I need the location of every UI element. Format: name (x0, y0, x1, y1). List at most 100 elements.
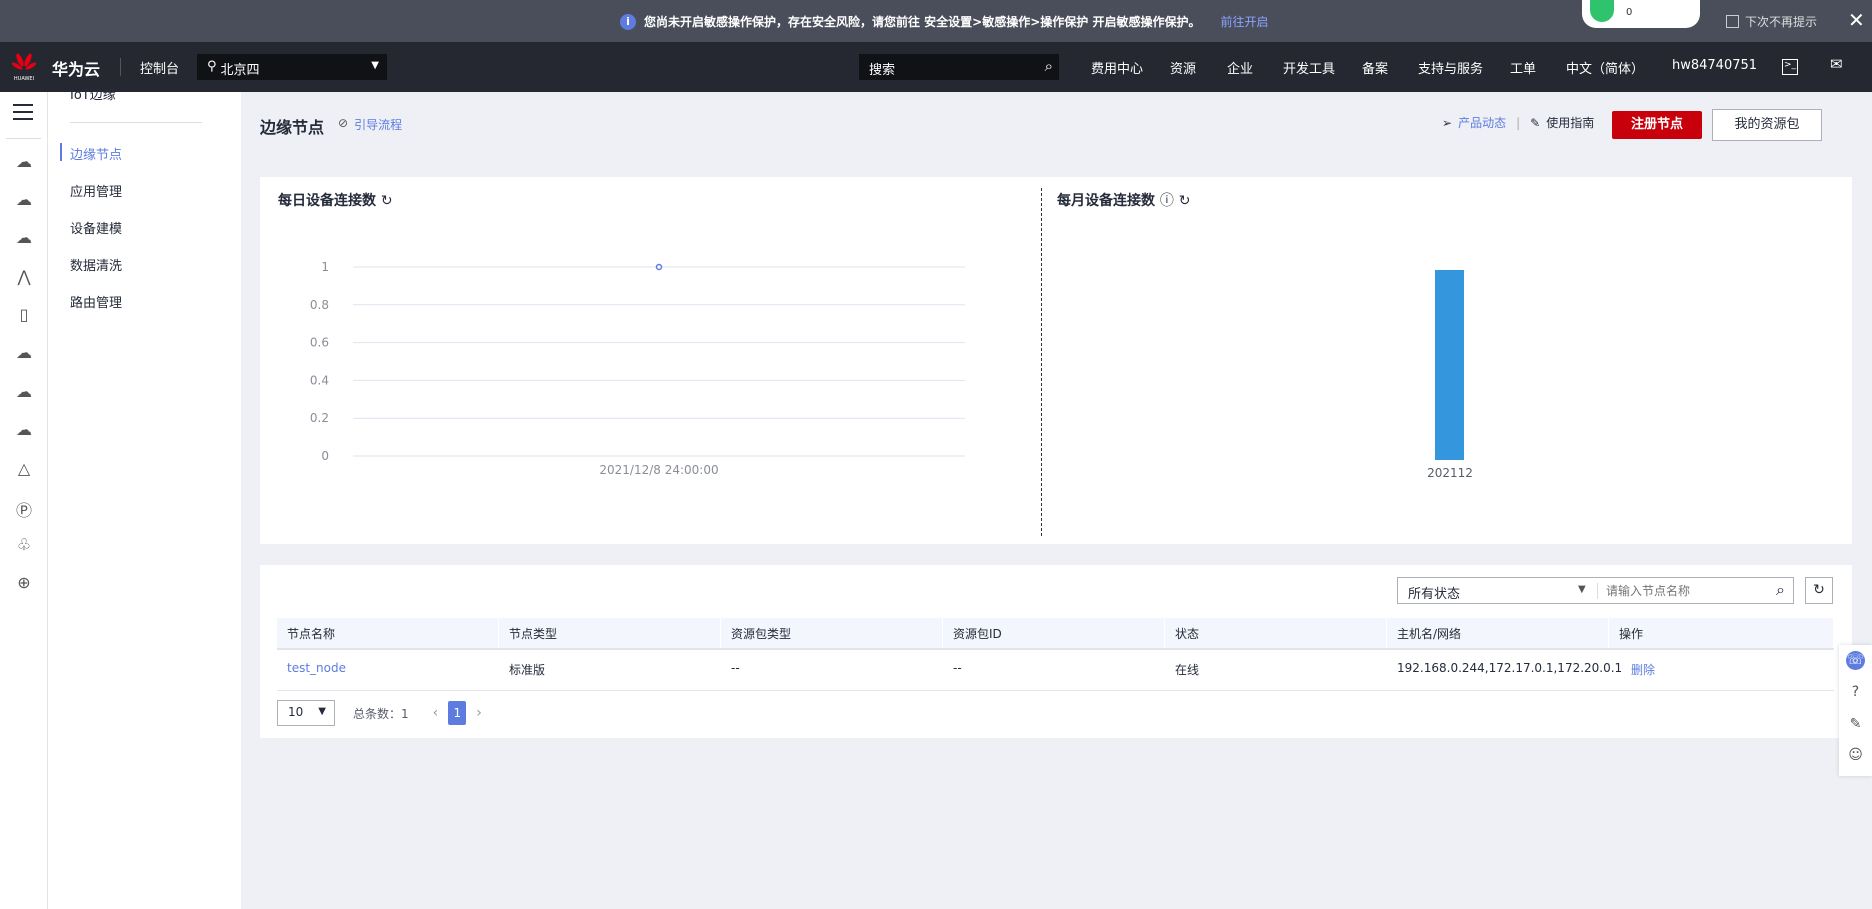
cloud-server-icon[interactable]: ☁ (14, 152, 34, 171)
cloud-upload-icon[interactable]: ☁ (14, 382, 34, 401)
terminal-icon[interactable]: >_ (1782, 59, 1798, 75)
daily-chart: 0 0.2 0.4 0.6 0.8 1 2021/12/8 24:00:00 (310, 260, 965, 477)
customer-service-icon[interactable]: ☏ (1846, 651, 1865, 670)
bar (1435, 270, 1464, 460)
monthly-chart: 202112 (1427, 270, 1473, 480)
page-title: 边缘节点 (260, 118, 325, 137)
svg-text:HUAWEI: HUAWEI (14, 76, 34, 82)
status-cell: 在线 (1175, 663, 1200, 677)
guide-doc-icon: ✎ (1530, 115, 1541, 130)
pyramid-icon[interactable]: △ (14, 459, 34, 478)
submenu-item-edge-nodes[interactable]: 边缘节点 (70, 144, 122, 163)
nav-dev-tools[interactable]: 开发工具 (1283, 58, 1335, 77)
location-icon: ⚲ (207, 59, 217, 74)
hamburger-menu-icon[interactable] (13, 104, 33, 125)
submenu-title: IoT边缘 (70, 88, 116, 103)
status-select[interactable]: 所有状态 (1408, 583, 1460, 602)
host-network-cell: 192.168.0.244,172.17.0.1,172.20.0.1 (1397, 661, 1623, 675)
submenu: IoT边缘 边缘节点 应用管理 设备建模 数据清洗 路由管理 (48, 88, 241, 909)
node-name-search-input[interactable] (1606, 581, 1756, 601)
help-icon[interactable]: ? (1846, 683, 1865, 702)
nav-language[interactable]: 中文（简体） (1566, 58, 1644, 77)
top-links: ➢ 产品动态 | ✎ 使用指南 (1442, 114, 1595, 131)
nav-resources[interactable]: 资源 (1170, 58, 1196, 77)
banner-message: 您尚未开启敏感操作保护，存在安全风险，请您前往 安全设置>敏感操作>操作保护 开… (644, 15, 1201, 29)
col-node-name: 节点名称 (277, 618, 499, 648)
product-news-link[interactable]: 产品动态 (1458, 114, 1506, 131)
guide-link[interactable]: ⊘ 引导流程 (338, 116, 402, 133)
col-node-type: 节点类型 (499, 618, 721, 648)
brand-name[interactable]: 华为云 (52, 56, 100, 80)
pagination: 10 ▼ 总条数：1 ‹ 1 › (277, 700, 482, 726)
cloud-monitor-icon[interactable]: ☁ (14, 420, 34, 439)
y-tick-label: 0.8 (310, 298, 329, 312)
nav-tickets[interactable]: 工单 (1510, 58, 1536, 77)
delete-link[interactable]: 删除 (1621, 648, 1665, 690)
dont-show-again-checkbox[interactable]: 下次不再提示 (1726, 13, 1817, 30)
prev-page-icon[interactable]: ‹ (433, 705, 439, 721)
total-count: 1 (401, 706, 409, 721)
network-widget: 0 (1582, 0, 1700, 28)
top-header: HUAWEI 华为云 控制台 ⚲ 北京四 ▼ 搜索 ⌕ 费用中心 资源 企业 开发工具… (0, 42, 1872, 92)
page-size-value: 10 (288, 705, 304, 719)
cluster-icon[interactable]: ♧ (14, 535, 34, 554)
col-package-type: 资源包类型 (721, 618, 943, 648)
device-icon[interactable]: ▯ (14, 305, 34, 324)
x-tick-label: 2021/12/8 24:00:00 (599, 463, 718, 477)
y-tick-label: 0.2 (310, 411, 329, 425)
caret-down-icon: ▼ (371, 60, 379, 71)
submenu-item-data-cleaning[interactable]: 数据清洗 (70, 255, 122, 274)
huawei-logo[interactable]: HUAWEI (12, 52, 36, 82)
guide-label: 引导流程 (354, 118, 403, 132)
data-point (655, 263, 663, 271)
cloud-storage-icon[interactable]: ☁ (14, 228, 34, 247)
nav-support[interactable]: 支持与服务 (1418, 58, 1483, 77)
caret-down-icon: ▼ (318, 706, 326, 717)
nav-account[interactable]: hw84740751 (1672, 58, 1757, 73)
total-label: 总条数： (353, 706, 402, 721)
cloud-icon[interactable]: ☁ (14, 343, 34, 362)
register-node-button[interactable]: 注册节点 (1612, 111, 1702, 139)
enable-protection-link[interactable]: 前往开启 (1220, 13, 1268, 30)
smiley-icon[interactable]: ☺ (1846, 746, 1865, 765)
y-tick-label: 1 (321, 260, 329, 274)
submenu-item-routing[interactable]: 路由管理 (70, 292, 122, 311)
filter-bar: 所有状态 ▼ ⌕ (1397, 577, 1794, 604)
y-tick-label: 0.6 (310, 336, 329, 350)
eye-off-icon: ⊘ (338, 116, 349, 130)
search-icon[interactable]: ⌕ (1776, 580, 1785, 600)
ip-icon[interactable]: Ⓟ (14, 497, 34, 520)
console-link[interactable]: 控制台 (140, 58, 179, 77)
feedback-icon[interactable]: ✎ (1846, 715, 1865, 734)
caret-down-icon[interactable]: ▼ (1578, 584, 1586, 595)
wifi-count: 0 (1626, 7, 1633, 18)
globe-icon[interactable]: ⊕ (14, 573, 34, 592)
cloud-more-icon[interactable]: ☁ (14, 190, 34, 209)
user-guide-link[interactable]: 使用指南 (1546, 114, 1594, 131)
network-icon[interactable]: ⋀ (14, 267, 34, 286)
info-icon: i (620, 13, 636, 30)
page-size-select[interactable]: 10 ▼ (277, 700, 335, 726)
col-host-network: 主机名/网络 (1387, 618, 1609, 648)
package-type-cell: -- (731, 661, 740, 675)
nav-billing[interactable]: 费用中心 (1091, 58, 1143, 77)
close-icon[interactable]: ✕ (1848, 8, 1865, 32)
my-packages-button[interactable]: 我的资源包 (1712, 109, 1822, 141)
nav-enterprise[interactable]: 企业 (1227, 58, 1253, 77)
search-icon[interactable]: ⌕ (1045, 57, 1053, 75)
nav-filing[interactable]: 备案 (1362, 58, 1388, 77)
send-icon: ➢ (1442, 115, 1453, 130)
region-selector[interactable]: ⚲ 北京四 ▼ (197, 54, 387, 80)
global-search[interactable]: 搜索 ⌕ (859, 54, 1059, 80)
refresh-button[interactable]: ↻ (1805, 577, 1833, 604)
submenu-item-app-management[interactable]: 应用管理 (70, 181, 122, 200)
col-actions: 操作 (1609, 618, 1834, 648)
y-tick-label: 0 (321, 449, 329, 463)
node-name-link[interactable]: test_node (277, 648, 356, 690)
page-1-button[interactable]: 1 (448, 701, 467, 725)
mail-icon[interactable]: ✉ (1830, 55, 1843, 73)
col-status: 状态 (1165, 618, 1387, 648)
next-page-icon[interactable]: › (476, 705, 482, 721)
submenu-item-device-modeling[interactable]: 设备建模 (70, 218, 122, 237)
wifi-icon (1590, 0, 1614, 22)
